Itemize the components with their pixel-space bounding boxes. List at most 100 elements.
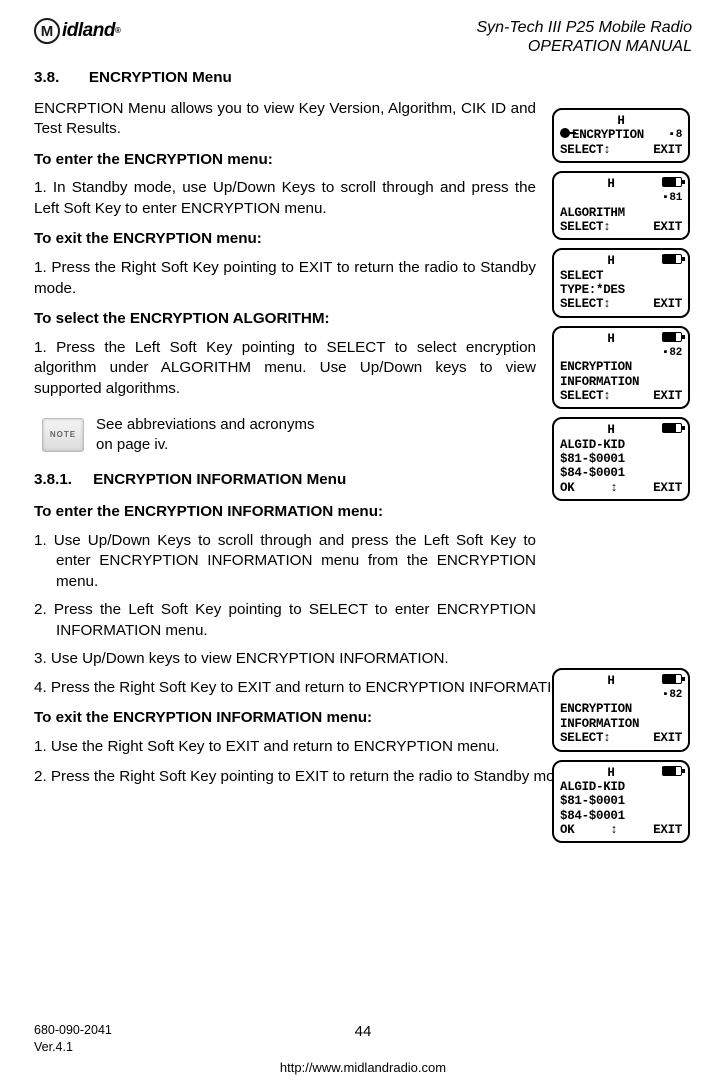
lcd-status-row: H (560, 423, 682, 437)
sec-3-8-enter-head: To enter the ENCRYPTION menu: (34, 150, 536, 171)
footer-ver: Ver.4.1 (34, 1039, 112, 1056)
brand-wordmark: idland (62, 18, 115, 44)
lcd-softkey-row: SELECT EXIT (560, 297, 682, 311)
lcd-line: INFORMATION (560, 717, 682, 731)
lcd-line: SELECT (560, 269, 682, 283)
doc-title-line2: OPERATION MANUAL (476, 37, 692, 56)
lcd-softkey-right: EXIT (653, 297, 682, 311)
doc-header-right: Syn-Tech III P25 Mobile Radio OPERATION … (476, 18, 692, 56)
lcd-status-right (662, 674, 682, 688)
sec-3-8-alg-head: To select the ENCRYPTION ALGORITHM: (34, 309, 536, 330)
lcd-softkey-right: EXIT (653, 220, 682, 234)
lcd-softkey-right: EXIT (653, 823, 682, 837)
lcd-softkey-left: SELECT (560, 220, 610, 234)
updown-icon (603, 389, 610, 403)
lcd-screen-algid-kid: H ALGID-KID$81-$0001$84-$0001 OKEXIT (552, 417, 690, 501)
updown-icon (603, 297, 610, 311)
lcd-softkey-row: OK EXIT (560, 823, 682, 837)
battery-icon (662, 674, 682, 684)
lcd-softkey-row: OKEXIT (560, 481, 682, 495)
note-line2: on page iv. (96, 436, 168, 453)
updown-icon (603, 731, 610, 745)
lcd-tag-row: ▪82 (560, 688, 682, 702)
lcd-tag-row: ▪81 (560, 192, 682, 206)
doc-title-line1: Syn-Tech III P25 Mobile Radio (476, 18, 692, 37)
lcd-screen-select-type: HSELECTTYPE:*DESSELECTEXIT (552, 248, 690, 318)
lcd-line: $81-$0001 (560, 794, 682, 808)
sec-3-8-1-enter-head: To enter the ENCRYPTION INFORMATION menu… (34, 502, 536, 523)
lcd-mode-indicator: H (607, 177, 614, 191)
lcd-status-row: H (560, 114, 682, 128)
lcd-status-row: H (560, 766, 682, 780)
lcd-softkey-row: SELECT EXIT (560, 389, 682, 403)
lcd-mode-indicator: H (617, 114, 624, 128)
updown-icon (603, 143, 610, 157)
lcd-status-row: H (560, 674, 682, 688)
note-line1: See abbreviations and acronyms (96, 416, 314, 433)
footer-docno: 680-090-2041 (34, 1022, 112, 1039)
sec-3-8-1-step1: 1. Use Up/Down Keys to scroll through an… (34, 531, 536, 593)
updown-icon (603, 220, 610, 234)
lcd-softkey-left: OK (560, 481, 574, 495)
lcd-tag-row: ▪82 (560, 346, 682, 360)
battery-icon (662, 423, 682, 433)
lcd-line: INFORMATION (560, 375, 682, 389)
battery-icon (662, 254, 682, 264)
lcd-status-right (662, 254, 682, 268)
note-icon: NOTE (42, 418, 84, 452)
lcd-softkey-right: EXIT (653, 731, 682, 745)
footer-url: http://www.midlandradio.com (34, 1059, 692, 1077)
sec-3-8-number: 3.8. (34, 69, 59, 86)
lcd-mode-indicator: H (607, 674, 614, 688)
brand-registered: ® (115, 26, 121, 37)
note-icon-label: NOTE (50, 430, 76, 441)
sec-3-8-1-number: 3.8.1. (34, 471, 72, 488)
sec-3-8-exit-head: To exit the ENCRYPTION menu: (34, 229, 536, 250)
lcd-softkey-left: OK (560, 823, 574, 837)
lcd-status-right (662, 766, 682, 780)
lcd-line: $84-$0001 (560, 466, 682, 480)
battery-icon (662, 766, 682, 776)
lcd-softkey-right: EXIT (653, 389, 682, 403)
lcd-line: ALGID-KID (560, 780, 682, 794)
sec-3-8-1-step2: 2. Press the Left Soft Key pointing to S… (34, 600, 536, 641)
lcd-mode-indicator: H (607, 254, 614, 268)
lcd-tag-value: ▪8 (668, 129, 682, 142)
note-text: See abbreviations and acronyms on page i… (96, 415, 314, 456)
lcd-tag-value: ▪82 (662, 689, 682, 702)
lcd-tag-row: ENCRYPTION▪8 (560, 128, 682, 142)
lcd-softkey-left: SELECT (560, 389, 610, 403)
lcd-softkey-left: SELECT (560, 143, 610, 157)
sec-3-8-intro: ENCRPTION Menu allows you to view Key Ve… (34, 99, 536, 140)
lcd-softkey-left: SELECT (560, 297, 610, 311)
lcd-softkey-row: SELECT EXIT (560, 220, 682, 234)
lcd-softkey-row: SELECTEXIT (560, 731, 682, 745)
lcd-status-right (662, 332, 682, 346)
lcd-line: $84-$0001 (560, 809, 682, 823)
key-icon (560, 128, 570, 138)
lcd-status-row: H (560, 177, 682, 191)
sec-3-8-title: ENCRYPTION Menu (89, 69, 232, 86)
lcd-status-row: H (560, 254, 682, 268)
lcd-status-row: H (560, 332, 682, 346)
lcd-mode-indicator: H (607, 766, 614, 780)
lcd-stack-2: H▪82ENCRYPTIONINFORMATIONSELECTEXITH ALG… (552, 668, 690, 843)
lcd-tag-value: ▪81 (662, 192, 682, 205)
lcd-screen-enc-info-2: H▪82ENCRYPTIONINFORMATIONSELECTEXIT (552, 668, 690, 752)
lcd-screen-algid-kid-2: H ALGID-KID$81-$0001$84-$0001 OK EXIT (552, 760, 690, 844)
battery-icon (662, 177, 682, 187)
lcd-screen-encryption-main: HENCRYPTION▪8SELECTEXIT (552, 108, 690, 163)
lcd-status-right (662, 177, 682, 191)
brand-letter: M (41, 24, 54, 39)
lcd-mode-indicator: H (607, 423, 614, 437)
sec-3-8-1-title: ENCRYPTION INFORMATION Menu (93, 471, 346, 488)
brand-mark-circle: M (34, 18, 60, 44)
lcd-line: ALGORITHM (560, 206, 682, 220)
lcd-stack-1: HENCRYPTION▪8SELECTEXITH▪81ALGORITHMSELE… (552, 108, 690, 501)
battery-icon (662, 332, 682, 342)
lcd-softkey-row: SELECTEXIT (560, 143, 682, 157)
lcd-tag-value: ▪82 (662, 347, 682, 360)
updown-icon (610, 823, 617, 837)
lcd-status-right (662, 423, 682, 437)
footer-page-number: 44 (355, 1022, 372, 1042)
